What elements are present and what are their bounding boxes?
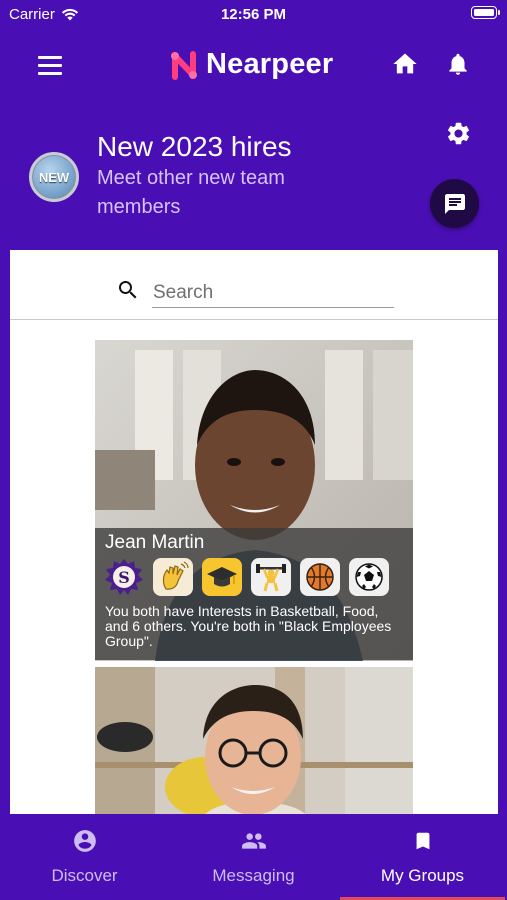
tab-my-groups-label: My Groups — [380, 866, 465, 885]
school-seal-icon: S — [104, 558, 144, 596]
person-circle-icon — [73, 830, 96, 852]
group-badge-text: NEW — [38, 169, 70, 185]
group-subtitle: Meet other new team members — [97, 167, 285, 218]
nearpeer-logo-icon — [171, 50, 197, 80]
tab-discover[interactable]: Discover — [0, 814, 169, 900]
person-info-overlay: Jean Martin S You both have Interests in… — [95, 528, 413, 660]
group-title: New 2023 hires — [97, 131, 292, 162]
status-time: 12:56 PM — [220, 6, 287, 23]
logo-text: Nearpeer — [206, 48, 334, 80]
soccer-ball-icon — [349, 558, 389, 596]
graduation-cap-icon — [202, 558, 242, 596]
bottom-tab-bar: Discover Messaging My Groups — [0, 814, 507, 900]
tab-messaging-label: Messaging — [212, 866, 295, 885]
chat-icon — [444, 193, 465, 214]
weightlifter-icon — [251, 558, 291, 596]
home-button[interactable] — [391, 50, 419, 83]
person-card[interactable]: Jean Martin S You both have Interests in… — [95, 340, 413, 661]
svg-text:S: S — [118, 568, 130, 587]
bookmark-icon — [416, 832, 429, 850]
group-chat-button[interactable] — [430, 179, 479, 228]
group-content: NEW New 2023 hires Meet other new team m… — [10, 104, 498, 814]
group-settings-button[interactable] — [445, 120, 472, 152]
search-input[interactable] — [152, 278, 394, 308]
battery-icon — [471, 6, 500, 19]
home-icon — [393, 53, 417, 74]
waving-hand-icon — [153, 558, 193, 596]
app-bar: Nearpeer — [0, 28, 507, 104]
gear-icon — [447, 122, 470, 145]
notifications-button[interactable] — [445, 50, 471, 83]
tab-messaging[interactable]: Messaging — [169, 814, 338, 900]
people-icon — [241, 833, 266, 849]
interest-badges: S — [104, 558, 389, 596]
nearpeer-logo: Nearpeer — [170, 48, 333, 81]
person-description: You both have Interests in Basketball, F… — [105, 603, 392, 649]
person-card[interactable] — [95, 667, 413, 814]
group-header: NEW New 2023 hires Meet other new team m… — [10, 104, 498, 250]
tab-my-groups[interactable]: My Groups — [338, 814, 507, 900]
search-row — [10, 250, 498, 320]
search-icon — [119, 281, 137, 299]
status-bar: Carrier 12:56 PM — [0, 0, 507, 28]
basketball-icon — [300, 558, 340, 596]
tab-discover-label: Discover — [51, 866, 118, 885]
menu-button[interactable] — [36, 55, 64, 77]
person-photo — [95, 667, 413, 814]
group-badge: NEW — [29, 152, 79, 202]
bell-icon — [449, 53, 467, 75]
person-name: Jean Martin — [105, 532, 205, 553]
